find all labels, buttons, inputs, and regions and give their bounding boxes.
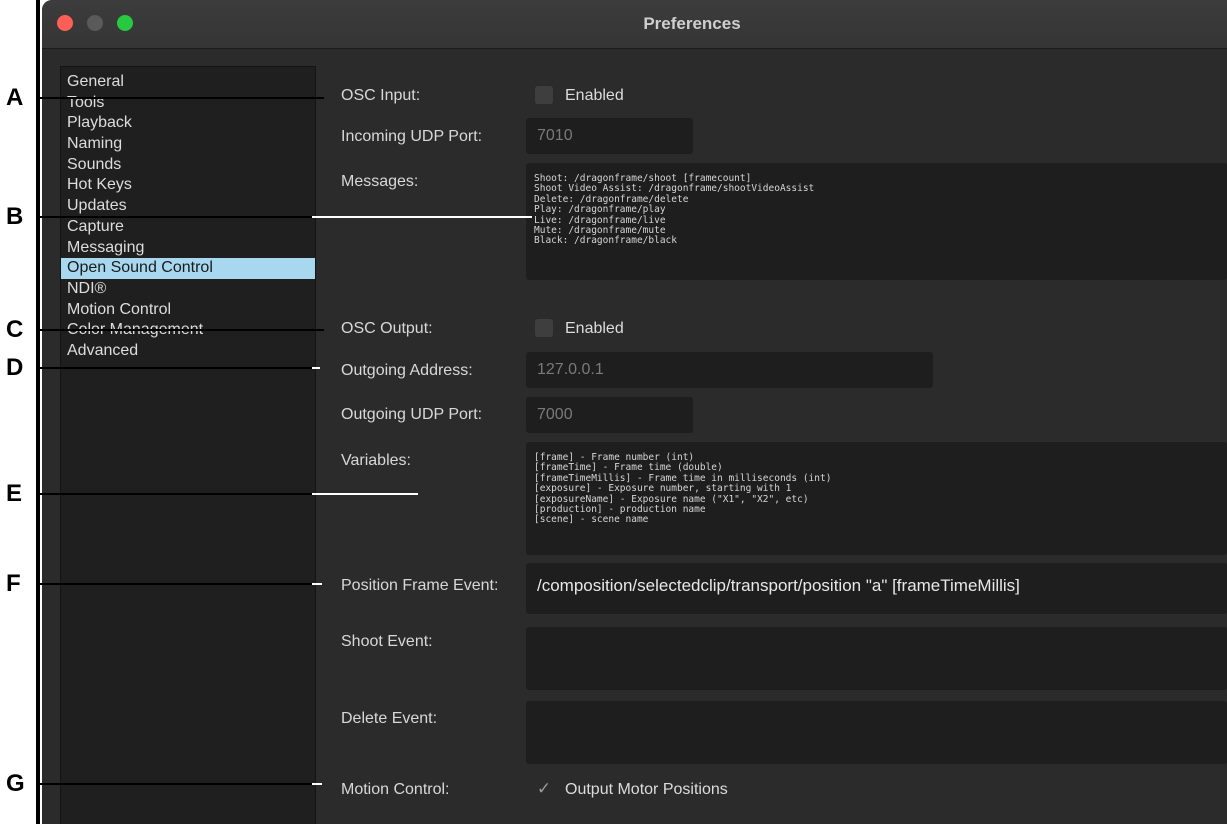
checkmark-icon: ✓: [536, 779, 552, 798]
callout-f-leader-tip: [312, 583, 322, 585]
outgoing-address-label: Outgoing Address:: [341, 362, 473, 379]
sidebar-item-capture[interactable]: Capture: [61, 217, 315, 238]
osc-output-enabled-label[interactable]: Enabled: [565, 320, 624, 338]
motion-control-label: Motion Control:: [341, 781, 450, 798]
callout-b: B: [6, 203, 24, 230]
callout-g: G: [6, 770, 25, 797]
sidebar-item-advanced[interactable]: Advanced: [61, 341, 315, 362]
callout-g-leader: [36, 783, 312, 785]
incoming-udp-port-field[interactable]: 7010: [526, 118, 693, 154]
outgoing-udp-port-label: Outgoing UDP Port:: [341, 406, 483, 423]
osc-input-enabled-checkbox[interactable]: [535, 86, 553, 104]
callout-e-leader-highlight: [312, 493, 418, 495]
callout-a: A: [6, 84, 24, 111]
sidebar-item-motion-control[interactable]: Motion Control: [61, 300, 315, 321]
title-bar[interactable]: Preferences: [42, 0, 1227, 49]
output-motor-positions-checkbox[interactable]: ✓: [535, 780, 553, 798]
sidebar-item-messaging[interactable]: Messaging: [61, 238, 315, 259]
sidebar-item-general[interactable]: General: [61, 72, 315, 93]
sidebar-item-open-sound-control[interactable]: Open Sound Control: [61, 258, 315, 279]
callout-c: C: [6, 316, 24, 343]
callout-d: D: [6, 354, 24, 381]
sidebar-item-playback[interactable]: Playback: [61, 113, 315, 134]
sidebar-item-naming[interactable]: Naming: [61, 134, 315, 155]
osc-input-enabled-label[interactable]: Enabled: [565, 87, 624, 105]
callout-e-leader: [36, 493, 312, 495]
variables-line: [scene] - scene name: [534, 514, 649, 526]
callout-e: E: [6, 480, 23, 507]
callout-f-leader: [36, 583, 312, 585]
callout-c-leader: [36, 329, 324, 331]
preferences-window: Preferences General Tools Playback Naming So…: [42, 0, 1227, 824]
window-title: Preferences: [643, 14, 741, 33]
osc-output-enabled-checkbox[interactable]: [535, 319, 553, 337]
incoming-udp-port-label: Incoming UDP Port:: [341, 128, 483, 145]
sidebar-item-sounds[interactable]: Sounds: [61, 155, 315, 176]
callout-d-leader-tip: [312, 367, 320, 369]
sidebar-list: General Tools Playback Naming Sounds Hot Keys…: [61, 67, 315, 362]
callout-g-leader-tip: [312, 783, 322, 785]
outgoing-udp-port-field[interactable]: 7000: [526, 397, 693, 433]
callout-vertical-bar: [36, 0, 40, 824]
variables-text-area[interactable]: [frame] - Frame number (int) [frameTime] …: [526, 442, 1227, 555]
sidebar-item-hot-keys[interactable]: Hot Keys: [61, 175, 315, 196]
position-frame-event-field[interactable]: /composition/selectedclip/transport/posi…: [526, 563, 1227, 614]
delete-event-label: Delete Event:: [341, 710, 438, 727]
sidebar-item-ndi[interactable]: NDI®: [61, 279, 315, 300]
messages-label: Messages:: [341, 173, 419, 190]
osc-output-label: OSC Output:: [341, 320, 433, 337]
shoot-event-field[interactable]: [526, 627, 1227, 690]
callout-d-leader: [36, 367, 312, 369]
messages-line: Black: /dragonframe/black: [534, 235, 677, 247]
shoot-event-label: Shoot Event:: [341, 633, 433, 650]
outgoing-address-field[interactable]: 127.0.0.1: [526, 352, 933, 388]
variables-label: Variables:: [341, 452, 411, 469]
messages-text-area[interactable]: Shoot: /dragonframe/shoot [framecount] Sh…: [526, 163, 1227, 280]
preferences-sidebar: General Tools Playback Naming Sounds Hot Keys…: [60, 66, 316, 824]
sidebar-item-tools[interactable]: Tools: [61, 93, 315, 114]
callout-f: F: [6, 570, 21, 597]
delete-event-field[interactable]: [526, 701, 1227, 764]
callout-b-leader: [36, 216, 312, 218]
output-motor-positions-label[interactable]: Output Motor Positions: [565, 781, 728, 799]
sidebar-item-updates[interactable]: Updates: [61, 196, 315, 217]
osc-input-label: OSC Input:: [341, 87, 421, 104]
position-frame-event-label: Position Frame Event:: [341, 577, 499, 594]
callout-a-leader: [36, 97, 324, 99]
callout-b-leader-highlight: [312, 216, 532, 218]
